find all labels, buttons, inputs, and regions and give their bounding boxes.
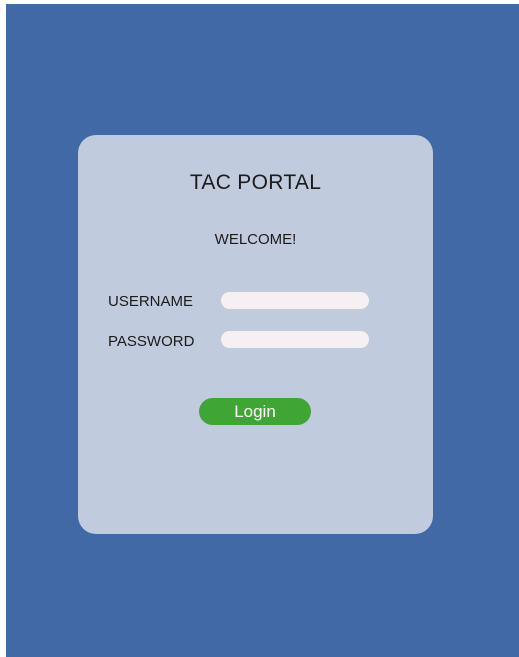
welcome-message: WELCOME! bbox=[214, 231, 297, 248]
password-input[interactable] bbox=[221, 331, 369, 348]
page-title: TAC PORTAL bbox=[189, 171, 322, 194]
password-label: PASSWORD bbox=[108, 333, 195, 350]
login-button[interactable]: Login bbox=[199, 398, 311, 425]
page-background: TAC PORTAL WELCOME! USERNAME PASSWORD Lo… bbox=[6, 4, 519, 657]
username-input[interactable] bbox=[221, 292, 369, 309]
username-label: USERNAME bbox=[108, 293, 194, 310]
login-card: TAC PORTAL WELCOME! USERNAME PASSWORD Lo… bbox=[78, 135, 433, 534]
